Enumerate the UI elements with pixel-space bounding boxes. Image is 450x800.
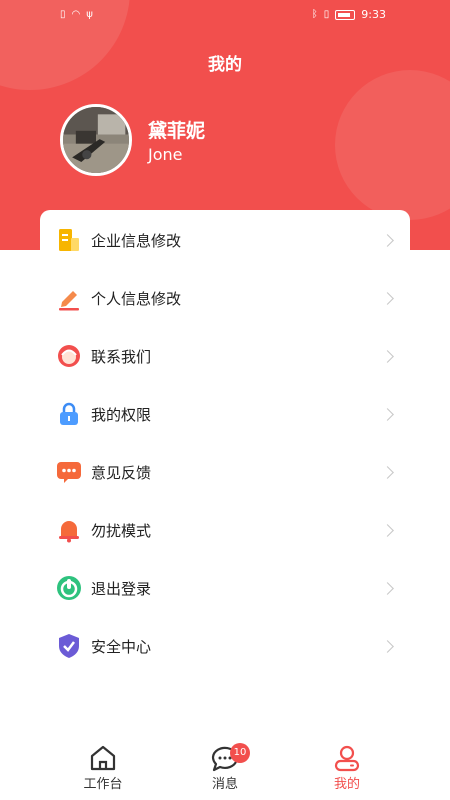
- tab-mine[interactable]: 我的: [272, 740, 422, 800]
- menu-item-do-not-disturb[interactable]: 勿扰模式: [40, 501, 410, 559]
- user-name: 黛菲妮: [148, 120, 206, 142]
- building-icon: [59, 229, 79, 251]
- avatar[interactable]: [60, 104, 132, 176]
- bluetooth-icon: ᛒ: [311, 8, 318, 20]
- menu-item-label: 联系我们: [91, 347, 152, 366]
- menu-item-feedback[interactable]: 意见反馈: [40, 443, 410, 501]
- menu-item-logout[interactable]: 退出登录: [40, 559, 410, 617]
- menu-item-label: 企业信息修改: [91, 231, 182, 250]
- menu-item-label: 安全中心: [91, 637, 152, 656]
- wifi-icon: ◠: [71, 9, 81, 20]
- chevron-right-icon: [381, 465, 394, 479]
- lock-icon: [60, 402, 78, 425]
- tab-label: 我的: [333, 777, 360, 792]
- menu-item-company-info[interactable]: 企业信息修改: [40, 211, 410, 269]
- unread-badge: 10: [230, 743, 250, 763]
- menu-item-label: 我的权限: [91, 405, 152, 424]
- chevron-right-icon: [381, 233, 394, 247]
- menu-item-permissions[interactable]: 我的权限: [40, 385, 410, 443]
- chevron-right-icon: [381, 523, 394, 537]
- menu-item-contact-us[interactable]: 联系我们: [40, 327, 410, 385]
- user-icon: [334, 745, 360, 772]
- home-icon: [90, 745, 116, 771]
- vibrate-icon: ▯: [323, 8, 330, 20]
- status-bar: ▯ ◠ ψ ᛒ ▯ 9:33: [0, 0, 450, 30]
- page-title: 我的: [208, 55, 242, 75]
- chevron-right-icon: [381, 407, 394, 421]
- shield-check-icon: [59, 634, 79, 658]
- pencil-icon: [59, 291, 79, 311]
- usb-icon: ψ: [86, 9, 93, 20]
- status-time: 9:33: [361, 8, 386, 21]
- bottom-nav: 工作台 10 消息 我的: [0, 740, 450, 800]
- menu-card: 企业信息修改 个人信息修改 联系我们 我的权限 意见反馈 勿扰模式 退出登录 安…: [40, 210, 410, 740]
- user-english-name: Jone: [148, 145, 183, 164]
- avatar-photo-icon: [63, 107, 129, 173]
- chevron-right-icon: [381, 349, 394, 363]
- customer-service-icon: [58, 345, 80, 367]
- bell-icon: [59, 521, 79, 543]
- battery-icon: [335, 9, 356, 20]
- menu-item-personal-info[interactable]: 个人信息修改: [40, 269, 410, 327]
- chevron-right-icon: [381, 639, 394, 653]
- power-icon: [57, 576, 81, 600]
- sim-icon: ▯: [60, 9, 66, 20]
- menu-item-label: 退出登录: [91, 579, 152, 598]
- menu-item-label: 勿扰模式: [91, 521, 152, 540]
- chevron-right-icon: [381, 291, 394, 305]
- chevron-right-icon: [381, 581, 394, 595]
- menu-item-label: 个人信息修改: [91, 289, 182, 308]
- menu-item-security-center[interactable]: 安全中心: [40, 617, 410, 675]
- decor-circle: [335, 70, 450, 220]
- chat-bubble-icon: [57, 462, 81, 483]
- menu-item-label: 意见反馈: [91, 463, 152, 482]
